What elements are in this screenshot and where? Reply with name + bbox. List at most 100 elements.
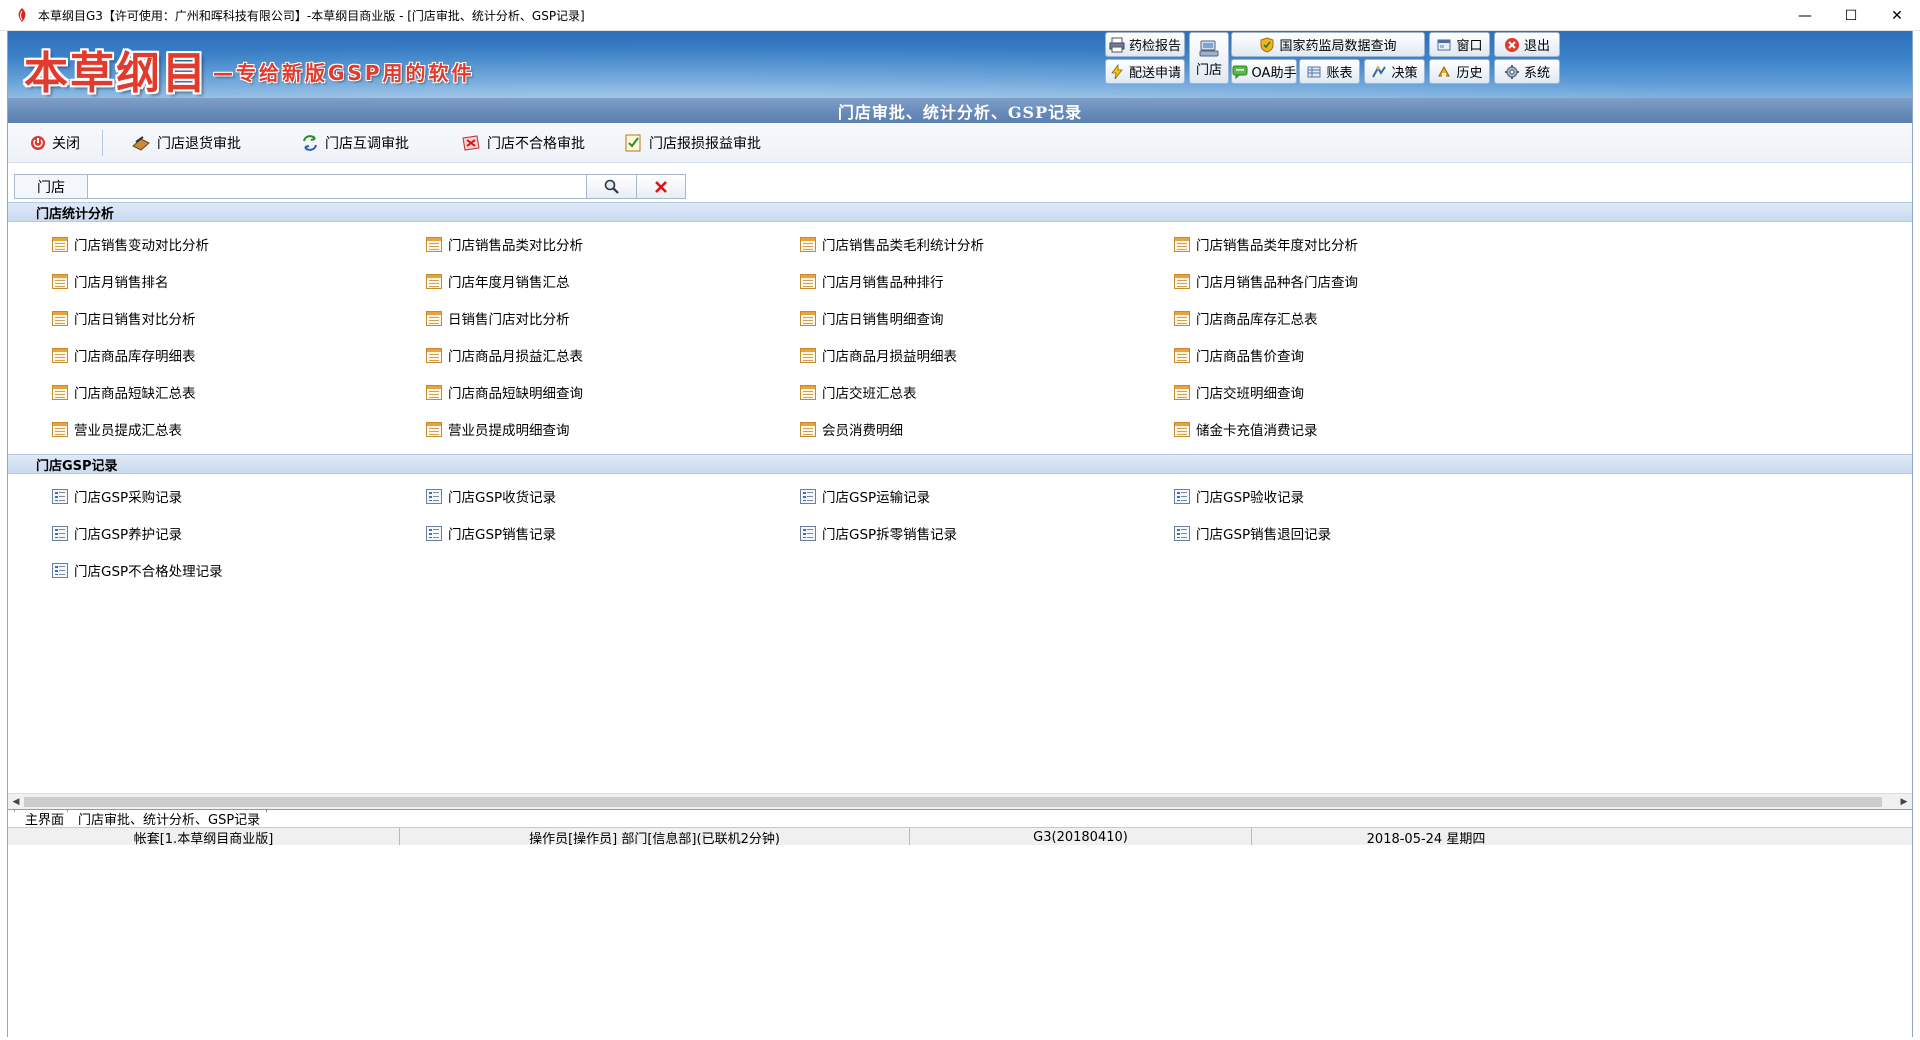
report-link[interactable]: 日销售门店对比分析 (426, 308, 570, 328)
report-link[interactable]: 门店商品月损益汇总表 (426, 345, 583, 365)
report-link[interactable]: 门店GSP收货记录 (426, 486, 556, 506)
table-report-icon (426, 236, 442, 252)
report-link[interactable]: 门店GSP运输记录 (800, 486, 930, 506)
table-report-icon (52, 273, 68, 289)
gear-icon (1504, 64, 1520, 80)
maximize-button[interactable]: ☐ (1828, 0, 1874, 31)
page-title: 门店审批、统计分析、GSP记录 (837, 102, 1083, 122)
report-link-label: 营业员提成明细查询 (448, 423, 570, 439)
window-title: 本草纲目G3【许可使用：广州和晖科技有限公司】-本草纲目商业版 - [门店审批、… (38, 8, 585, 23)
report-link[interactable]: 门店GSP采购记录 (52, 486, 182, 506)
report-link[interactable]: 门店商品售价查询 (1174, 345, 1304, 365)
report-link[interactable]: 门店销售品类对比分析 (426, 234, 583, 254)
minimize-icon: — (1798, 7, 1812, 24)
clear-search-button[interactable] (637, 174, 686, 199)
list-record-icon (1174, 525, 1190, 541)
report-link[interactable]: 门店月销售品种各门店查询 (1174, 271, 1358, 291)
report-link[interactable]: 门店商品月损益明细表 (800, 345, 957, 365)
history-button[interactable]: 历史 (1429, 59, 1490, 84)
return-approval-button[interactable]: 门店退货审批 (123, 127, 249, 159)
app-frame: 本草纲目 —专给新版GSP用的软件 药检报告 国家药监局数据查询 窗口 退出 门… (7, 31, 1913, 1037)
list-record-icon (52, 562, 68, 578)
table-report-icon (52, 347, 68, 363)
lightning-icon (1109, 63, 1125, 80)
national-query-label: 国家药监局数据查询 (1279, 39, 1397, 54)
store-button[interactable]: 门店 (1189, 32, 1229, 84)
report-link[interactable]: 会员消费明细 (800, 419, 903, 439)
store-search-input[interactable] (88, 174, 587, 199)
report-link-label: 门店年度月销售汇总 (448, 275, 570, 291)
transfer-approval-label: 门店互调审批 (325, 135, 409, 152)
close-button[interactable]: 关闭 (22, 127, 88, 159)
report-link[interactable]: 门店销售品类毛利统计分析 (800, 234, 984, 254)
report-link-label: 门店GSP运输记录 (822, 490, 931, 506)
report-link[interactable]: 门店销售变动对比分析 (52, 234, 209, 254)
list-record-icon (800, 488, 816, 504)
list-record-icon (426, 488, 442, 504)
close-window-button[interactable]: ✕ (1874, 0, 1920, 31)
report-link-label: 门店商品短缺明细查询 (448, 386, 583, 402)
tab-main[interactable]: 主界面 (14, 810, 71, 828)
report-link[interactable]: 门店年度月销售汇总 (426, 271, 570, 291)
report-link[interactable]: 门店销售品类年度对比分析 (1174, 234, 1358, 254)
ledger-button[interactable]: 账表 (1299, 59, 1360, 84)
oa-assistant-button[interactable]: OA助手 (1231, 59, 1297, 84)
report-link[interactable]: 门店商品短缺明细查询 (426, 382, 583, 402)
printer-icon (1109, 37, 1125, 53)
report-link[interactable]: 门店商品库存汇总表 (1174, 308, 1318, 328)
report-link[interactable]: 营业员提成明细查询 (426, 419, 570, 439)
report-link[interactable]: 门店GSP验收记录 (1174, 486, 1304, 506)
report-link-label: 门店商品库存明细表 (74, 349, 196, 365)
store-terminal-icon (1199, 39, 1219, 57)
gsp-grid: 门店GSP采购记录 门店GSP收货记录 门店GSP运输记录 门店GSP验收记录门店GS… (8, 475, 1912, 595)
scroll-left-icon[interactable]: ◀ (8, 794, 24, 810)
table-report-icon (800, 421, 816, 437)
report-link[interactable]: 门店交班明细查询 (1174, 382, 1304, 402)
unqualified-approval-button[interactable]: 门店不合格审批 (453, 127, 593, 159)
approval-check-icon (623, 133, 643, 153)
close-label: 关闭 (52, 135, 80, 152)
exit-button[interactable]: 退出 (1494, 32, 1560, 57)
scroll-right-icon[interactable]: ▶ (1896, 794, 1912, 810)
report-link[interactable]: 门店GSP不合格处理记录 (52, 560, 223, 580)
table-report-icon (52, 236, 68, 252)
table-report-icon (800, 384, 816, 400)
horizontal-scrollbar[interactable]: ◀ ▶ (8, 793, 1912, 809)
report-link[interactable]: 门店GSP销售退回记录 (1174, 523, 1331, 543)
report-link-label: 门店交班汇总表 (822, 386, 917, 402)
decision-button[interactable]: 决策 (1364, 59, 1425, 84)
lossgain-approval-button[interactable]: 门店报损报益审批 (615, 127, 769, 159)
window-label: 窗口 (1456, 39, 1483, 54)
report-link-label: 门店月销售品种各门店查询 (1196, 275, 1358, 291)
table-report-icon (426, 347, 442, 363)
report-link[interactable]: 门店商品短缺汇总表 (52, 382, 196, 402)
report-link[interactable]: 门店日销售对比分析 (52, 308, 196, 328)
drug-report-button[interactable]: 药检报告 (1105, 32, 1185, 57)
table-report-icon (426, 421, 442, 437)
report-link[interactable]: 门店日销售明细查询 (800, 308, 944, 328)
table-report-icon (800, 236, 816, 252)
search-button[interactable] (587, 174, 637, 199)
report-link[interactable]: 门店交班汇总表 (800, 382, 917, 402)
scroll-thumb[interactable] (24, 797, 1882, 807)
tab-store-approval[interactable]: 门店审批、统计分析、GSP记录 (67, 810, 267, 828)
report-link[interactable]: 门店月销售排名 (52, 271, 169, 291)
delivery-request-button[interactable]: 配送申请 (1105, 59, 1185, 84)
table-report-icon (426, 310, 442, 326)
minimize-button[interactable]: — (1782, 0, 1828, 31)
delivery-request-label: 配送申请 (1128, 66, 1181, 81)
report-link-label: 门店GSP拆零销售记录 (822, 527, 958, 543)
transfer-approval-button[interactable]: 门店互调审批 (293, 127, 417, 159)
report-link[interactable]: 门店GSP拆零销售记录 (800, 523, 957, 543)
report-link[interactable]: 储金卡充值消费记录 (1174, 419, 1318, 439)
report-link[interactable]: 门店商品库存明细表 (52, 345, 196, 365)
window-menu-button[interactable]: 窗口 (1429, 32, 1490, 57)
system-button[interactable]: 系统 (1494, 59, 1560, 84)
unqualified-icon (461, 134, 481, 152)
report-link[interactable]: 门店月销售品种排行 (800, 271, 944, 291)
tab-label: 主界面 (25, 813, 65, 828)
report-link[interactable]: 营业员提成汇总表 (52, 419, 182, 439)
report-link[interactable]: 门店GSP养护记录 (52, 523, 182, 543)
national-query-button[interactable]: 国家药监局数据查询 (1231, 32, 1425, 57)
report-link[interactable]: 门店GSP销售记录 (426, 523, 556, 543)
